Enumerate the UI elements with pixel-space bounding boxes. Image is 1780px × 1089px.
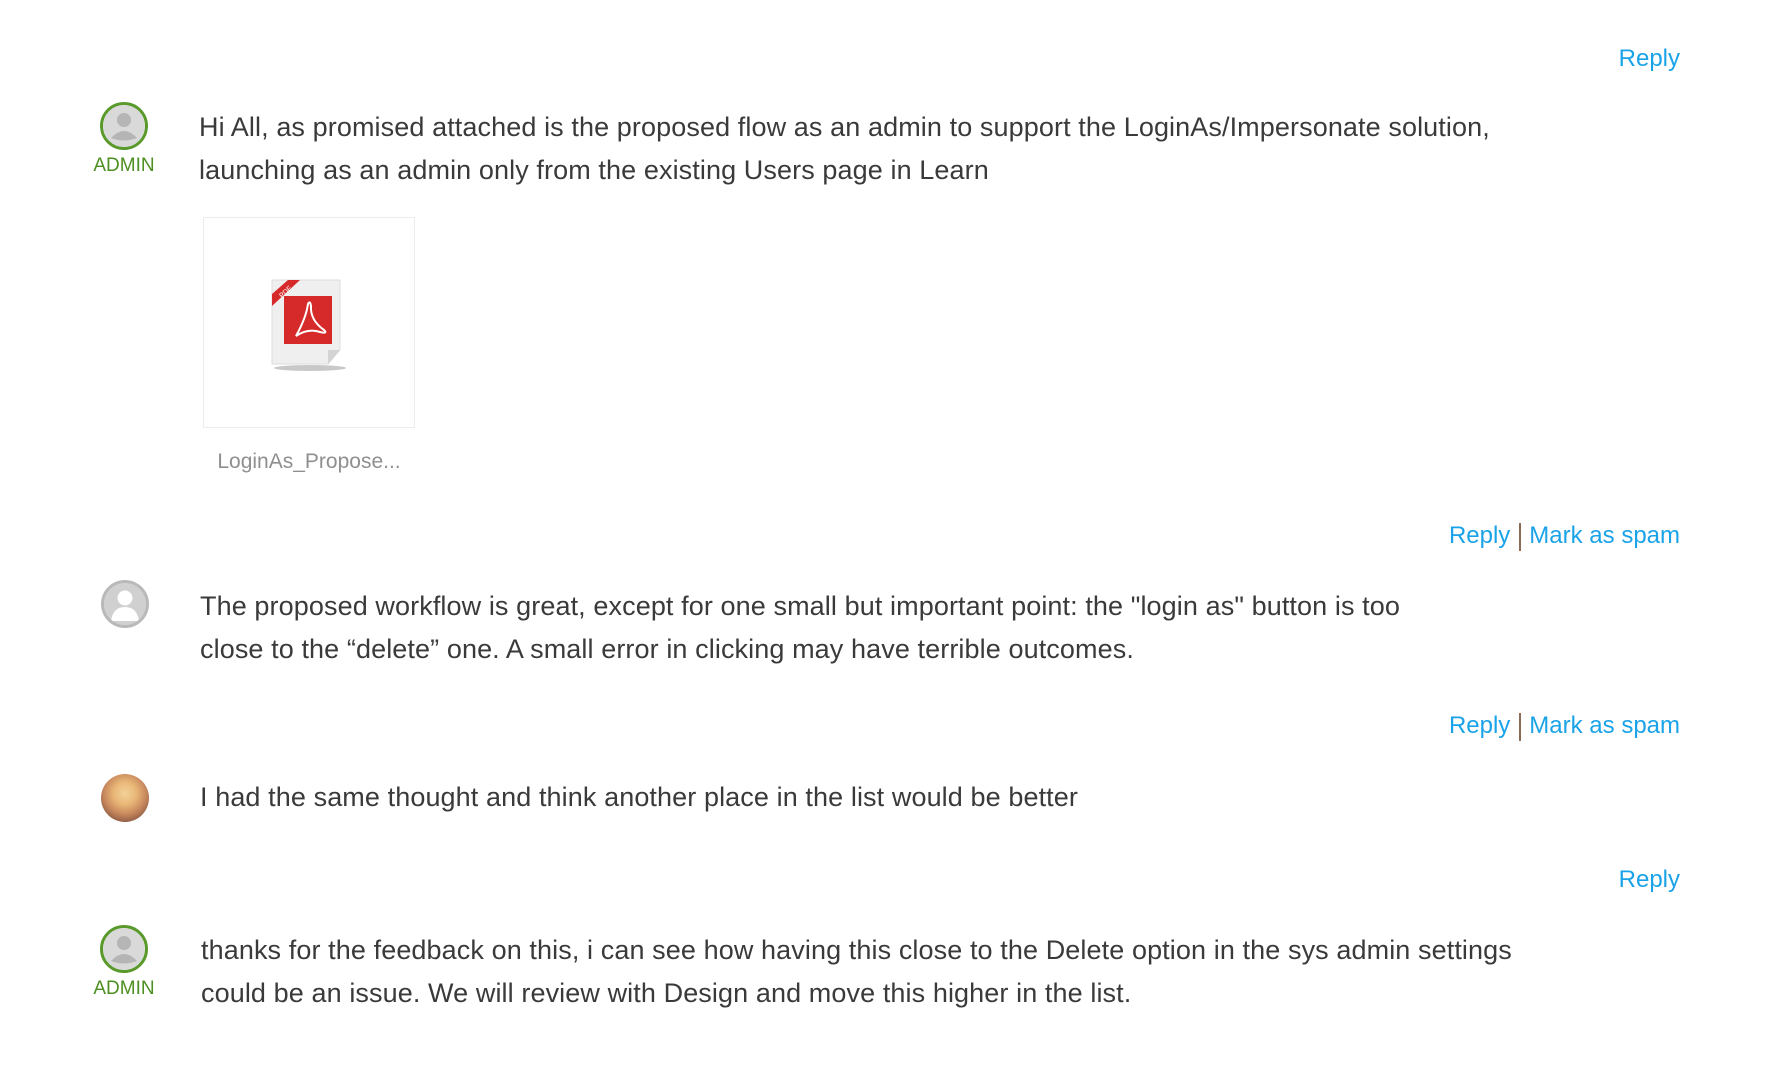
default-user-icon (104, 583, 146, 625)
comment-2-author (101, 580, 149, 628)
comment-3-actions: Reply Mark as spam (1449, 712, 1680, 743)
comment-1-actions: Reply (1619, 45, 1680, 73)
default-user-icon (103, 105, 145, 147)
reply-link[interactable]: Reply (1619, 866, 1680, 893)
admin-badge: ADMIN (93, 978, 155, 999)
avatar[interactable] (101, 580, 149, 628)
avatar[interactable] (100, 925, 148, 973)
comment-3-author (101, 774, 149, 822)
comment-1-author (100, 102, 148, 150)
separator (1519, 712, 1522, 741)
comment-text-line: Hi All, as promised attached is the prop… (199, 112, 1490, 142)
attachment-thumbnail[interactable]: PDF (203, 217, 415, 428)
comment-text-line: launching as an admin only from the exis… (199, 155, 989, 185)
comment-text-line: could be an issue. We will review with D… (201, 978, 1132, 1008)
comment-text-line: thanks for the feedback on this, i can s… (201, 935, 1512, 965)
reply-link[interactable]: Reply (1449, 522, 1510, 549)
comment-4-author (100, 925, 148, 973)
user-photo-avatar[interactable] (101, 774, 149, 822)
reply-link[interactable]: Reply (1619, 45, 1680, 72)
comment-4-actions: Reply (1619, 866, 1680, 894)
mark-as-spam-link[interactable]: Mark as spam (1529, 522, 1680, 549)
comment-2-text: The proposed workflow is great, except f… (200, 585, 1400, 671)
comment-text-line: I had the same thought and think another… (200, 782, 1078, 812)
comment-1-text: Hi All, as promised attached is the prop… (199, 106, 1490, 192)
default-user-icon (103, 928, 145, 970)
attachment-filename[interactable]: LoginAs_Propose... (203, 450, 415, 474)
comment-text-line: The proposed workflow is great, except f… (200, 591, 1401, 621)
avatar[interactable] (100, 102, 148, 150)
pdf-file-icon: PDF (271, 279, 346, 371)
reply-link[interactable]: Reply (1449, 712, 1510, 739)
comment-2-actions: Reply Mark as spam (1449, 522, 1680, 553)
mark-as-spam-link[interactable]: Mark as spam (1529, 712, 1680, 739)
comment-4-text: thanks for the feedback on this, i can s… (201, 929, 1512, 1015)
admin-badge: ADMIN (93, 155, 155, 176)
comment-text-line: close to the “delete” one. A small error… (200, 634, 1134, 664)
comment-3-text: I had the same thought and think another… (200, 776, 1078, 819)
separator (1519, 522, 1522, 551)
